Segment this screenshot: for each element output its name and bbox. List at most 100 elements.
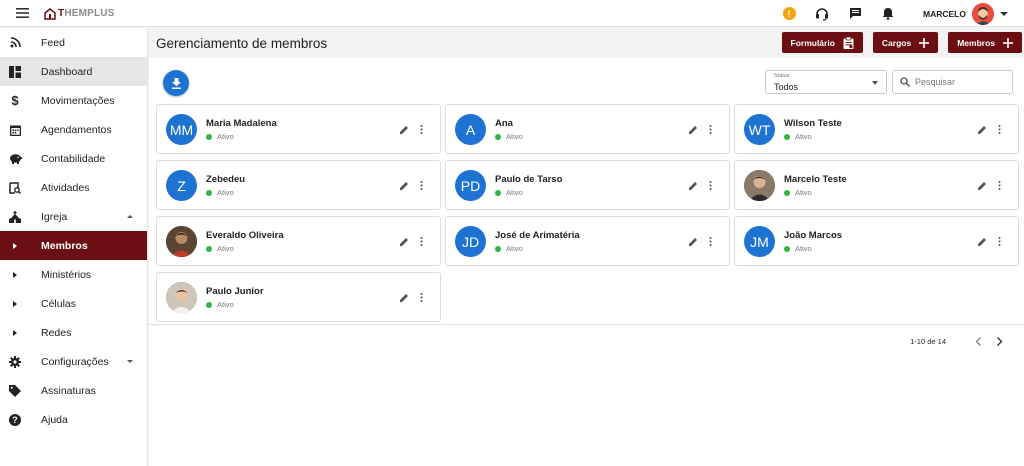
edit-pencil-icon[interactable]: [976, 235, 988, 247]
member-name: Zebedeu: [206, 174, 246, 185]
status-dot-icon: [495, 245, 501, 252]
sidebar-item-feed[interactable]: Feed: [0, 28, 147, 57]
member-status-label: Ativo: [217, 188, 234, 197]
submenu-arrow-icon: [13, 242, 17, 249]
help-icon: ?: [8, 413, 22, 427]
status-dot-icon: [784, 133, 790, 140]
sidebar-item-membros[interactable]: Membros: [0, 231, 147, 260]
more-vert-icon[interactable]: [705, 179, 715, 191]
member-card[interactable]: Everaldo Oliveira Ativo: [156, 216, 441, 266]
more-vert-icon[interactable]: [705, 235, 715, 247]
member-name: Paulo de Tarso: [495, 174, 563, 185]
sidebar-item-agendamentos[interactable]: Agendamentos: [0, 115, 147, 144]
sidebar: Feed Dashboard $ Movimentações Agendamen…: [0, 28, 148, 466]
sidebar-item-celulas[interactable]: Células: [0, 289, 147, 318]
download-button[interactable]: [163, 70, 189, 96]
plus-icon: [919, 37, 930, 48]
edit-pencil-icon[interactable]: [398, 123, 410, 135]
support-headset-icon[interactable]: [810, 2, 834, 26]
status-dot-icon: [206, 301, 212, 308]
status-dot-icon: [495, 189, 501, 196]
dollar-icon: $: [11, 93, 19, 108]
member-card[interactable]: PD Paulo de Tarso Ativo: [445, 160, 730, 210]
sidebar-item-atividades[interactable]: Atividades: [0, 173, 147, 202]
sidebar-item-ministerios[interactable]: Ministérios: [0, 260, 147, 289]
member-card[interactable]: JM João Marcos Ativo: [734, 216, 1019, 266]
clipboard-icon: [843, 36, 854, 49]
user-avatar: [972, 2, 994, 25]
member-status: Ativo: [784, 132, 812, 141]
edit-pencil-icon[interactable]: [398, 179, 410, 191]
sidebar-item-label: Redes: [41, 326, 72, 339]
edit-pencil-icon[interactable]: [398, 235, 410, 247]
cargos-button[interactable]: Cargos: [872, 32, 939, 53]
member-card[interactable]: Z Zebedeu Ativo: [156, 160, 441, 210]
member-avatar: JD: [455, 226, 486, 257]
member-status: Ativo: [206, 300, 234, 309]
main-area: Gerenciamento de membros Formulário Carg…: [149, 28, 1024, 466]
info-icon[interactable]: !: [777, 2, 801, 26]
member-status-label: Ativo: [217, 300, 234, 309]
sidebar-item-igreja[interactable]: Igreja: [0, 202, 147, 231]
member-card[interactable]: A Ana Ativo: [445, 104, 730, 154]
sidebar-item-label: Membros: [41, 239, 88, 252]
user-menu-caret-icon: [1000, 11, 1008, 16]
more-vert-icon[interactable]: [416, 123, 426, 135]
search-input[interactable]: [915, 77, 1000, 87]
member-card[interactable]: Marcelo Teste Ativo: [734, 160, 1019, 210]
member-card[interactable]: JD José de Arimatéria Ativo: [445, 216, 730, 266]
add-member-button[interactable]: Membros: [948, 32, 1022, 53]
member-status: Ativo: [206, 132, 234, 141]
page-title: Gerenciamento de membros: [156, 35, 328, 51]
svg-text:?: ?: [12, 415, 18, 425]
more-vert-icon[interactable]: [994, 123, 1004, 135]
app-logo[interactable]: THEMPLUS: [44, 7, 115, 20]
sidebar-item-label: Configurações: [41, 355, 109, 368]
sidebar-item-redes[interactable]: Redes: [0, 318, 147, 347]
chevron-right-icon[interactable]: [992, 334, 1006, 348]
member-card[interactable]: Paulo Junior Ativo: [156, 272, 441, 322]
search-field[interactable]: [892, 70, 1013, 94]
formulario-button[interactable]: Formulário: [781, 32, 863, 53]
notifications-bell-icon[interactable]: [876, 2, 900, 26]
edit-pencil-icon[interactable]: [687, 179, 699, 191]
logo-text: THEMPLUS: [58, 8, 115, 19]
status-filter-select[interactable]: Status Todos: [765, 70, 887, 94]
sidebar-item-ajuda[interactable]: ? Ajuda: [0, 405, 147, 434]
edit-pencil-icon[interactable]: [976, 123, 988, 135]
member-name: Everaldo Oliveira: [206, 230, 284, 241]
church-icon: [8, 210, 22, 224]
sidebar-item-movimentacoes[interactable]: $ Movimentações: [0, 86, 147, 115]
edit-pencil-icon[interactable]: [687, 123, 699, 135]
member-card[interactable]: MM Maria Madalena Ativo: [156, 104, 441, 154]
member-status: Ativo: [495, 132, 523, 141]
more-vert-icon[interactable]: [416, 179, 426, 191]
status-dot-icon: [784, 189, 790, 196]
member-status-label: Ativo: [795, 188, 812, 197]
sidebar-item-assinaturas[interactable]: Assinaturas: [0, 376, 147, 405]
more-vert-icon[interactable]: [416, 235, 426, 247]
submenu-arrow-icon: [13, 271, 17, 278]
logo-rest: HEMPLUS: [64, 7, 115, 19]
edit-pencil-icon[interactable]: [687, 235, 699, 247]
sidebar-item-dashboard[interactable]: Dashboard: [0, 57, 147, 86]
membros-label: Membros: [957, 37, 995, 48]
more-vert-icon[interactable]: [994, 179, 1004, 191]
member-status-label: Ativo: [217, 132, 234, 141]
more-vert-icon[interactable]: [994, 235, 1004, 247]
member-status: Ativo: [495, 188, 523, 197]
more-vert-icon[interactable]: [705, 123, 715, 135]
edit-pencil-icon[interactable]: [398, 291, 410, 303]
chat-icon[interactable]: [843, 2, 867, 26]
more-vert-icon[interactable]: [416, 291, 426, 303]
sidebar-item-label: Agendamentos: [41, 123, 112, 136]
user-menu[interactable]: MARCELO: [923, 2, 1008, 25]
hamburger-menu-icon[interactable]: [10, 1, 34, 25]
edit-pencil-icon[interactable]: [976, 179, 988, 191]
chevron-left-icon[interactable]: [971, 334, 985, 348]
sidebar-item-configuracoes[interactable]: Configurações: [0, 347, 147, 376]
member-card[interactable]: WT Wilson Teste Ativo: [734, 104, 1019, 154]
sidebar-item-contabilidade[interactable]: Contabilidade: [0, 144, 147, 173]
sidebar-item-label: Contabilidade: [41, 152, 106, 165]
submenu-arrow-icon: [13, 300, 17, 307]
